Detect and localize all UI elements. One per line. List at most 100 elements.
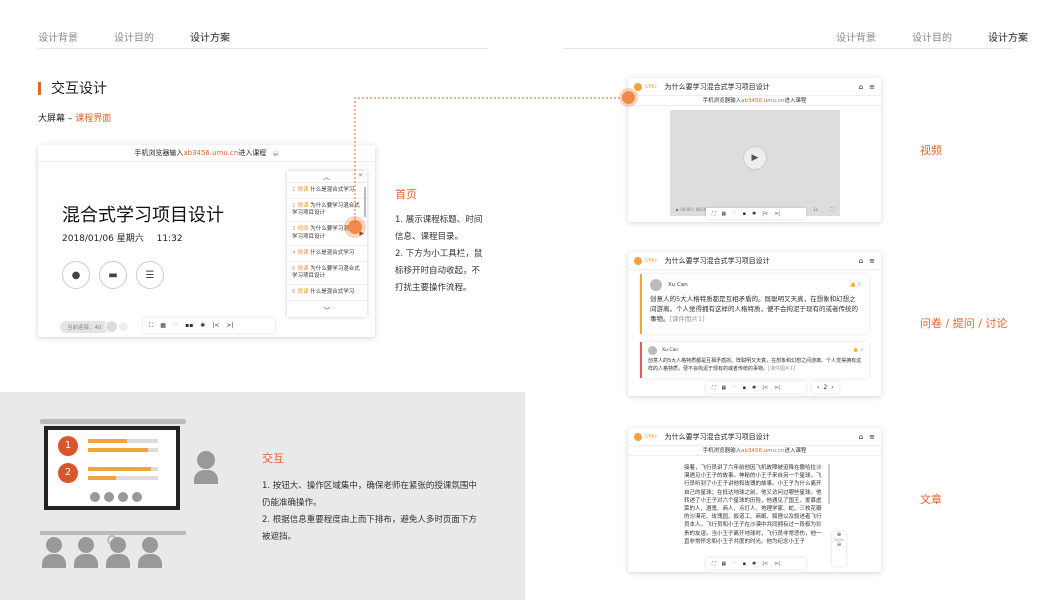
video-player[interactable]: ▶ ▶ 00:00 / 08:00 1x ⛶ <box>670 110 840 216</box>
avatar <box>650 279 662 291</box>
chevron-up-icon[interactable]: ︿ <box>323 172 330 182</box>
next-icon[interactable]: >| <box>774 385 780 391</box>
wifi-icon[interactable]: ◠ <box>732 561 736 567</box>
gear-icon[interactable]: ✱ <box>752 385 756 391</box>
avatar <box>648 346 657 355</box>
qr-icon[interactable]: ▦ <box>722 385 727 391</box>
toc-item[interactable]: 4 微课 什么是混合式学习 <box>287 246 367 262</box>
toc-item[interactable]: 6 微课 什么是混合式学习 <box>287 285 367 302</box>
badge-1: 1 <box>58 436 78 456</box>
qr-icon[interactable]: ▦ <box>160 322 166 329</box>
qr-icon[interactable]: ▦ <box>722 211 727 217</box>
nav-background[interactable]: 设计背景 <box>38 29 78 44</box>
toc-text: 什么是混合式学习 <box>310 187 355 193</box>
like-icon[interactable]: 👍 <box>853 348 859 353</box>
logo-icon <box>634 256 642 265</box>
prev-icon[interactable]: |< <box>762 211 768 217</box>
section-subtitle: 大屏幕 – 课程界面 <box>38 111 111 124</box>
toc-tag: 微课 <box>297 187 309 193</box>
mini-header: UMU 为什么要学习混合式学习项目设计 ⌂ ≡ <box>628 428 881 446</box>
nav-purpose[interactable]: 设计目的 <box>912 29 952 44</box>
wifi-icon[interactable]: ◠ <box>732 211 736 217</box>
gear-icon[interactable]: ✱ <box>752 211 756 217</box>
article-screen: UMU 为什么要学习混合式学习项目设计 ⌂ ≡ 手机浏览器输入ab3456.um… <box>628 428 881 572</box>
nav-solution[interactable]: 设计方案 <box>190 29 230 44</box>
comment-attachment[interactable]: [课件图片1] <box>670 315 705 323</box>
wifi-icon[interactable]: ◠ <box>173 322 178 329</box>
subtitle-prefix: 大屏幕 – <box>38 114 76 124</box>
zoom-out-icon[interactable]: ⊖ <box>832 542 846 548</box>
pager-prev-icon[interactable]: ‹ <box>817 384 819 391</box>
fullscreen-icon[interactable]: ⛶ <box>712 385 716 391</box>
url-link: ab3456.umu.cn <box>741 448 785 454</box>
homepage-line: 信息、课程目录。 <box>395 232 464 242</box>
prev-icon[interactable]: |< <box>762 561 768 567</box>
comment-card-1: Xu Can 👍 5 创意人的5大人格特质都是互相矛盾的。既聪明又天真，在想象和幻… <box>640 274 869 334</box>
gear-icon[interactable]: ✱ <box>752 561 756 567</box>
label-survey: 问卷 / 提问 / 讨论 <box>920 317 1008 330</box>
survey-screen: UMU 为什么要学习混合式学习项目设计 ⌂ ≡ Xu Can 👍 5 创意人的5大… <box>628 252 881 396</box>
grid-icon[interactable]: ▪ <box>743 561 746 567</box>
interaction-description: 交互 1. 按钮大、操作区域集中，确保老师在紧张的授课氛围中 仍能准确操作。 2… <box>262 450 502 546</box>
toc-tag: 视频 <box>297 226 309 233</box>
article-scrollbar[interactable] <box>828 464 830 504</box>
right-nav-divider <box>563 48 1013 49</box>
grid-icon[interactable]: ▪ <box>743 385 746 391</box>
pager-next-icon[interactable]: › <box>831 384 833 391</box>
wifi-icon[interactable]: ◠ <box>732 385 736 391</box>
homepage-description: 首页 1. 展示课程标题、时间 信息、课程目录。 2. 下方为小工具栏，鼠 标移… <box>395 186 505 297</box>
header-title: 为什么要学习混合式学习项目设计 <box>664 432 770 441</box>
interaction-line: 被遮挡。 <box>262 532 297 542</box>
fullscreen-icon[interactable]: ⛶ <box>149 322 153 330</box>
homepage-line: 2. 下方为小工具栏，鼠 <box>395 249 483 259</box>
home-icon[interactable]: ⌂ <box>859 83 863 91</box>
next-icon[interactable]: >| <box>226 322 233 329</box>
user-button[interactable]: ● <box>62 261 90 289</box>
qr-icon[interactable]: ▦ <box>722 561 727 567</box>
menu-icon[interactable]: ≡ <box>869 257 875 265</box>
fullscreen-icon[interactable]: ⛶ <box>712 561 716 567</box>
list-button[interactable]: ☰ <box>136 261 164 289</box>
video-speed[interactable]: 1x <box>813 207 818 212</box>
header-title: 为什么要学习混合式学习项目设计 <box>664 256 770 265</box>
header-title: 为什么要学习混合式学习项目设计 <box>664 82 770 91</box>
nav-purpose[interactable]: 设计目的 <box>114 29 154 44</box>
toc-tag: 微课 <box>297 203 309 210</box>
mini-header: UMU 为什么要学习混合式学习项目设计 ⌂ ≡ <box>628 252 881 270</box>
chevron-down-icon[interactable]: ﹀ <box>287 306 367 316</box>
comment-attachment[interactable]: [课件图片1] <box>768 366 795 372</box>
homepage-line: 1. 展示课程标题、时间 <box>395 215 483 225</box>
fullscreen-icon[interactable]: ⛶ <box>712 211 716 217</box>
homepage-line: 标移开时自动收起，不 <box>395 266 481 276</box>
next-icon[interactable]: >| <box>774 561 780 567</box>
menu-icon[interactable]: ≡ <box>869 433 875 441</box>
url-link: ab3456.umu.cn <box>741 98 785 104</box>
prev-icon[interactable]: |< <box>212 322 219 329</box>
nav-solution[interactable]: 设计方案 <box>988 29 1028 44</box>
video-fullscreen-icon[interactable]: ⛶ <box>830 207 834 213</box>
nav-background[interactable]: 设计背景 <box>836 29 876 44</box>
like-icon[interactable]: 👍 <box>850 282 856 288</box>
mini-header: UMU 为什么要学习混合式学习项目设计 ⌂ ≡ <box>628 78 881 96</box>
toc-text: 什么是混合式学习 <box>310 289 355 296</box>
connection-count: 当前连接：40 <box>60 320 109 333</box>
prev-icon[interactable]: |< <box>762 385 768 391</box>
grid-icon[interactable]: ▪ <box>743 211 746 217</box>
gear-icon[interactable]: ✱ <box>200 322 205 329</box>
home-icon[interactable]: ⌂ <box>859 257 863 265</box>
grid-icon[interactable]: ▪▪ <box>185 322 193 329</box>
play-button[interactable]: ▶ <box>743 146 767 170</box>
chat-button[interactable]: ▬ <box>99 261 127 289</box>
url-prefix: 手机浏览器输入 <box>702 448 742 454</box>
big-screen-mockup: 手机浏览器输入ab3456.umu.cn进入课程 ◒ 混合式学习项目设计 201… <box>38 145 375 337</box>
toc-item[interactable]: 5 微课 为什么要学习混合式学习项目设计 <box>287 262 367 286</box>
bar <box>88 439 158 443</box>
next-icon[interactable]: >| <box>774 211 780 217</box>
home-icon[interactable]: ⌂ <box>859 433 863 441</box>
section-title: 交互设计 <box>38 78 107 98</box>
action-buttons: ● ▬ ☰ <box>62 261 164 289</box>
comment-user: Xu Can <box>668 282 688 288</box>
comment-user: Xu Can <box>662 348 679 353</box>
logo-text: UMU <box>645 433 657 440</box>
menu-icon[interactable]: ≡ <box>869 83 875 91</box>
